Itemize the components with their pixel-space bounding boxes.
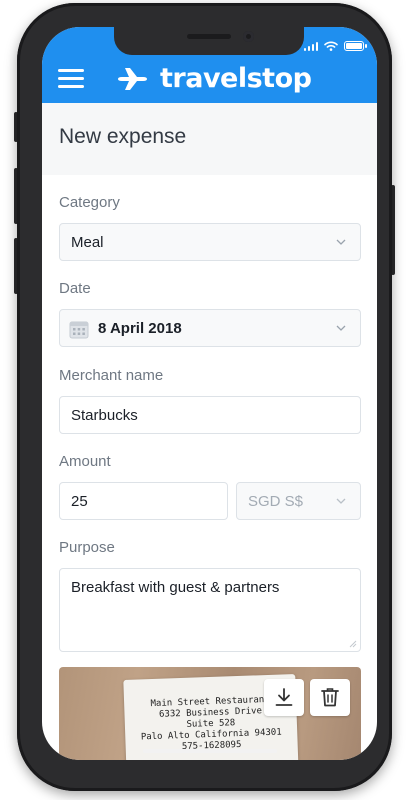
merchant-value: Starbucks xyxy=(71,407,138,424)
signal-icon xyxy=(303,42,318,51)
chevron-down-icon xyxy=(336,498,346,504)
date-picker[interactable]: 8 April 2018 xyxy=(59,309,361,347)
airplane-icon xyxy=(118,67,147,90)
date-label: Date xyxy=(59,280,91,297)
chevron-down-icon xyxy=(336,325,346,331)
category-value: Meal xyxy=(71,234,104,251)
amount-value: 25 xyxy=(71,493,88,510)
delete-button[interactable] xyxy=(310,679,350,716)
hamburger-icon[interactable] xyxy=(58,69,84,88)
phone-screen: travelstop New expense Category Meal Dat… xyxy=(42,27,377,760)
status-bar xyxy=(303,41,367,51)
chevron-down-icon xyxy=(336,239,346,245)
download-button[interactable] xyxy=(264,679,304,716)
category-select[interactable]: Meal xyxy=(59,223,361,261)
purpose-value: Breakfast with guest & partners xyxy=(71,579,280,596)
currency-select[interactable]: SGD S$ xyxy=(236,482,361,520)
merchant-input[interactable]: Starbucks xyxy=(59,396,361,434)
home-indicator[interactable] xyxy=(143,749,277,753)
download-icon xyxy=(275,688,293,706)
speaker-grille xyxy=(187,34,231,39)
phone-notch xyxy=(114,27,304,55)
purpose-label: Purpose xyxy=(59,539,115,556)
date-value: 8 April 2018 xyxy=(98,320,182,337)
front-camera xyxy=(243,31,254,42)
resize-handle-icon[interactable] xyxy=(349,640,357,648)
merchant-label: Merchant name xyxy=(59,367,164,384)
amount-label: Amount xyxy=(59,453,111,470)
brand-name: travelstop xyxy=(160,63,312,94)
page-header: New expense xyxy=(42,103,377,175)
calendar-icon xyxy=(69,321,89,339)
category-label: Category xyxy=(59,194,120,211)
receipt-photo: Main Street Restaurant 6332 Business Dri… xyxy=(59,667,361,760)
page-title: New expense xyxy=(59,125,187,148)
battery-icon xyxy=(344,41,367,51)
currency-value: SGD S$ xyxy=(248,493,304,510)
trash-icon xyxy=(321,688,339,707)
brand-logo: travelstop xyxy=(116,63,312,94)
wifi-icon xyxy=(324,41,338,51)
amount-input[interactable]: 25 xyxy=(59,482,228,520)
purpose-textarea[interactable]: Breakfast with guest & partners xyxy=(59,568,361,652)
